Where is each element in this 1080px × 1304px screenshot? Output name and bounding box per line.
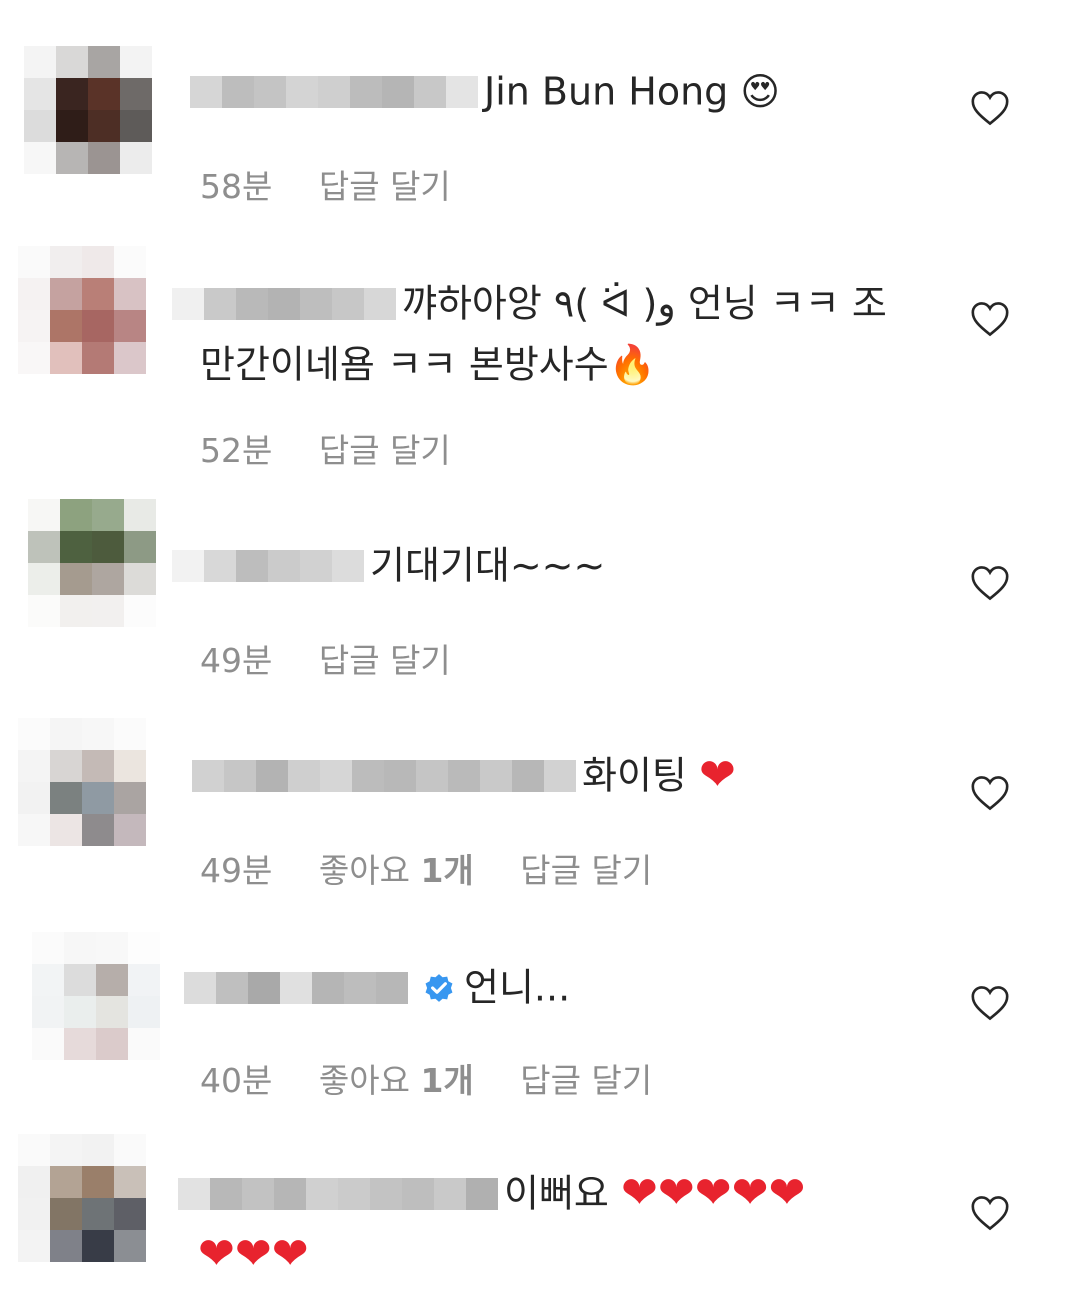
comment-text: 화이팅	[582, 753, 687, 798]
verified-badge-icon	[425, 973, 453, 1002]
red-heart-emoji: ❤❤❤❤❤	[620, 1167, 806, 1219]
username-blurred[interactable]	[172, 287, 396, 320]
reply-button[interactable]: 답글 달기	[319, 431, 451, 470]
reply-button[interactable]: 답글 달기	[319, 641, 451, 680]
red-heart-emoji: ❤❤❤	[198, 1228, 309, 1279]
avatar[interactable]	[18, 246, 146, 374]
heart-eyes-emoji: 😍	[740, 69, 780, 114]
comment-text: 언니...	[464, 965, 571, 1010]
comment-text: 기대기대~~~	[370, 543, 606, 588]
comment-text: Jin Bun Hong	[484, 69, 729, 114]
avatar[interactable]	[28, 499, 156, 627]
comment-time: 40분	[200, 1061, 273, 1100]
comment-text: 이뻐요	[504, 1171, 609, 1216]
like-count[interactable]: 좋아요 1개	[319, 851, 474, 890]
avatar[interactable]	[18, 1134, 146, 1262]
red-heart-emoji: ❤	[698, 749, 736, 801]
username-blurred[interactable]	[192, 759, 576, 792]
username-blurred[interactable]	[178, 1177, 498, 1210]
avatar[interactable]	[18, 718, 146, 846]
fire-emoji: 🔥	[608, 342, 657, 386]
username-blurred[interactable]	[184, 971, 408, 1004]
avatar[interactable]	[24, 46, 152, 174]
like-heart-icon[interactable]	[970, 1195, 1010, 1231]
comment-time: 49분	[200, 641, 273, 680]
reply-button[interactable]: 답글 달기	[319, 167, 451, 206]
comment-time: 58분	[200, 167, 273, 206]
reply-button[interactable]: 답글 달기	[520, 851, 652, 890]
like-heart-icon[interactable]	[970, 301, 1010, 337]
avatar[interactable]	[32, 932, 160, 1060]
comment-text: 꺄하아앙 ٩( ᐛ )و 언닝 ㅋㅋ 조	[402, 281, 887, 326]
like-count[interactable]: 좋아요 1개	[319, 1061, 474, 1100]
comment-text-line2: 만간이네욤 ㅋㅋ 본방사수	[200, 342, 609, 386]
comment-time: 52분	[200, 431, 273, 470]
like-heart-icon[interactable]	[970, 775, 1010, 811]
like-heart-icon[interactable]	[970, 90, 1010, 126]
comment-time: 49분	[200, 851, 273, 890]
username-blurred[interactable]	[190, 75, 478, 108]
reply-button[interactable]: 답글 달기	[520, 1061, 652, 1100]
like-heart-icon[interactable]	[970, 565, 1010, 601]
like-heart-icon[interactable]	[970, 985, 1010, 1021]
username-blurred[interactable]	[172, 549, 364, 582]
